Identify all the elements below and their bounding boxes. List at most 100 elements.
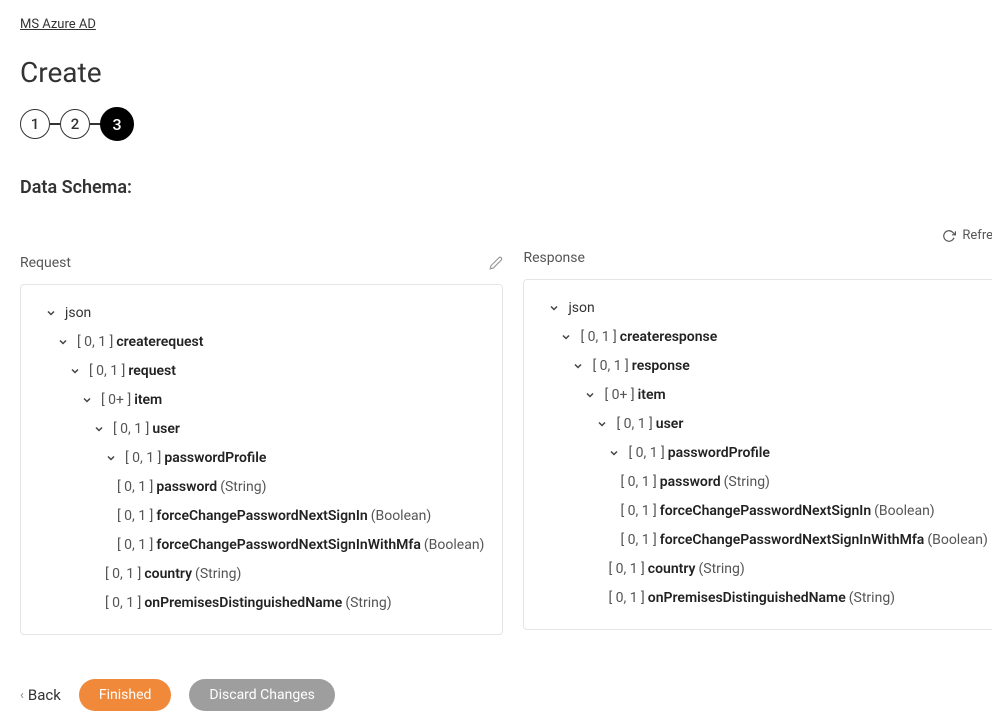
tree-node[interactable]: [ 0, 1 ] onPremisesDistinguishedName (St… (39, 589, 484, 618)
back-button[interactable]: ‹ Back (20, 686, 61, 704)
cardinality: [ 0, 1 ] (89, 361, 125, 382)
request-schema-box: json [ 0, 1 ] createrequest [ 0, 1 ] req… (20, 284, 503, 635)
tree-node[interactable]: [ 0, 1 ] forceChangePasswordNextSignInWi… (39, 531, 484, 560)
node-name: user (656, 414, 684, 435)
node-name: country (144, 564, 192, 585)
chevron-down-icon (81, 394, 95, 408)
response-panel: Refresh Response json [ 0, 1 ] createres… (523, 228, 992, 635)
cardinality: [ 0, 1 ] (117, 506, 153, 527)
chevron-down-icon (105, 452, 119, 466)
edit-icon[interactable] (489, 256, 503, 270)
node-type: (String) (698, 559, 744, 580)
node-name: password (660, 472, 721, 493)
tree-node[interactable]: [ 0, 1 ] user (542, 410, 987, 439)
cardinality: [ 0, 1 ] (628, 443, 664, 464)
node-name: forceChangePasswordNextSignInWithMfa (660, 530, 925, 551)
chevron-down-icon (596, 418, 610, 432)
node-name: forceChangePasswordNextSignIn (660, 501, 871, 522)
node-type: (Boolean) (371, 506, 432, 527)
page-title: Create (20, 56, 972, 89)
node-name: onPremisesDistinguishedName (144, 593, 342, 614)
cardinality: [ 0, 1 ] (113, 419, 149, 440)
request-panel: Request json [ 0, 1 ] createrequest [ 0,… (20, 228, 503, 635)
cardinality: [ 0, 1 ] (105, 593, 141, 614)
node-type: (Boolean) (927, 530, 988, 551)
stepper: 1 2 3 (20, 107, 972, 141)
tree-node[interactable]: [ 0, 1 ] password (String) (39, 473, 484, 502)
step-connector (90, 123, 100, 125)
cardinality: [ 0, 1 ] (620, 472, 656, 493)
chevron-down-icon (572, 360, 586, 374)
cardinality: [ 0, 1 ] (616, 414, 652, 435)
cardinality: [ 0, 1 ] (77, 332, 113, 353)
node-type: (String) (345, 593, 391, 614)
request-label: Request (20, 255, 71, 271)
section-title: Data Schema: (20, 177, 972, 198)
node-name: createresponse (620, 327, 718, 348)
tree-node[interactable]: [ 0, 1 ] forceChangePasswordNextSignInWi… (542, 526, 987, 555)
tree-node[interactable]: [ 0, 1 ] response (542, 352, 987, 381)
tree-node[interactable]: [ 0, 1 ] createresponse (542, 323, 987, 352)
cardinality: [ 0+ ] (604, 385, 634, 406)
node-name: passwordProfile (668, 443, 770, 464)
step-connector (50, 123, 60, 125)
chevron-down-icon (57, 336, 71, 350)
tree-node[interactable]: [ 0, 1 ] password (String) (542, 468, 987, 497)
finished-button[interactable]: Finished (79, 679, 172, 711)
step-3[interactable]: 3 (100, 107, 134, 141)
cardinality: [ 0, 1 ] (580, 327, 616, 348)
node-name: password (156, 477, 217, 498)
cardinality: [ 0, 1 ] (117, 477, 153, 498)
node-name: request (128, 361, 176, 382)
tree-node[interactable]: [ 0, 1 ] country (String) (542, 555, 987, 584)
node-name: forceChangePasswordNextSignInWithMfa (156, 535, 421, 556)
tree-node[interactable]: [ 0, 1 ] passwordProfile (542, 439, 987, 468)
node-name: user (152, 419, 180, 440)
chevron-down-icon (69, 365, 83, 379)
tree-node[interactable]: [ 0, 1 ] country (String) (39, 560, 484, 589)
node-name: createrequest (116, 332, 203, 353)
breadcrumb[interactable]: MS Azure AD (20, 17, 96, 32)
node-type: (String) (724, 472, 770, 493)
tree-node[interactable]: [ 0+ ] item (39, 386, 484, 415)
cardinality: [ 0, 1 ] (608, 588, 644, 609)
node-type: (String) (220, 477, 266, 498)
cardinality: [ 0, 1 ] (125, 448, 161, 469)
chevron-down-icon (608, 447, 622, 461)
chevron-down-icon (93, 423, 107, 437)
tree-node[interactable]: json (542, 294, 987, 323)
refresh-button[interactable]: Refresh (942, 228, 992, 243)
chevron-down-icon (560, 331, 574, 345)
node-name: forceChangePasswordNextSignIn (156, 506, 367, 527)
tree-node[interactable]: json (39, 299, 484, 328)
node-type: (String) (849, 588, 895, 609)
tree-node[interactable]: [ 0+ ] item (542, 381, 987, 410)
cardinality: [ 0, 1 ] (117, 535, 153, 556)
tree-node[interactable]: [ 0, 1 ] onPremisesDistinguishedName (St… (542, 584, 987, 613)
tree-node-label: json (568, 298, 594, 319)
tree-node[interactable]: [ 0, 1 ] forceChangePasswordNextSignIn (… (542, 497, 987, 526)
discard-button[interactable]: Discard Changes (189, 679, 334, 711)
node-name: country (648, 559, 696, 580)
cardinality: [ 0+ ] (101, 390, 131, 411)
step-1[interactable]: 1 (20, 109, 50, 139)
node-type: (Boolean) (874, 501, 935, 522)
node-type: (String) (195, 564, 241, 585)
tree-node[interactable]: [ 0, 1 ] user (39, 415, 484, 444)
tree-node[interactable]: [ 0, 1 ] createrequest (39, 328, 484, 357)
chevron-left-icon: ‹ (20, 688, 24, 703)
node-name: onPremisesDistinguishedName (648, 588, 846, 609)
cardinality: [ 0, 1 ] (608, 559, 644, 580)
step-2[interactable]: 2 (60, 109, 90, 139)
node-name: response (632, 356, 690, 377)
chevron-down-icon (584, 389, 598, 403)
node-name: item (638, 385, 666, 406)
tree-node[interactable]: [ 0, 1 ] forceChangePasswordNextSignIn (… (39, 502, 484, 531)
tree-node[interactable]: [ 0, 1 ] request (39, 357, 484, 386)
back-label: Back (28, 686, 61, 704)
tree-node[interactable]: [ 0, 1 ] passwordProfile (39, 444, 484, 473)
response-label: Response (523, 250, 585, 266)
chevron-down-icon (548, 302, 562, 316)
node-type: (Boolean) (424, 535, 485, 556)
node-name: item (134, 390, 162, 411)
